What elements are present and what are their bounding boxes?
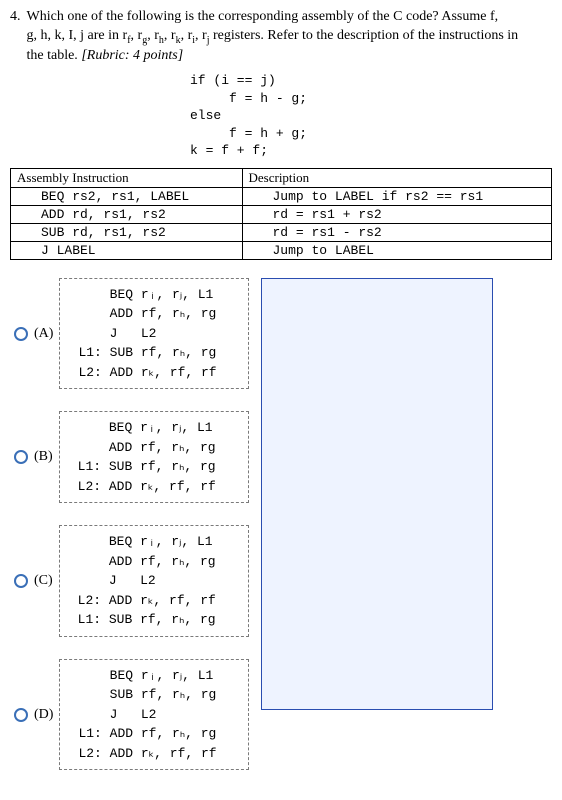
choice-c[interactable]: (C) BEQ rᵢ, rⱼ, L1 ADD rf, rₕ, rg J L2 L… (14, 525, 249, 637)
table-row: SUB rd, rs1, rs2 rd = rs1 - rs2 (11, 223, 552, 241)
radio-icon[interactable] (14, 450, 28, 464)
choice-b[interactable]: (B) BEQ rᵢ, rⱼ, L1 ADD rf, rₕ, rg L1: SU… (14, 411, 249, 503)
choice-label-a: (A) (34, 326, 53, 342)
answer-box-region (261, 278, 493, 710)
question-line1: Which one of the following is the corres… (27, 9, 499, 24)
question-line3: the table. (27, 48, 82, 63)
choice-label-d: (D) (34, 707, 53, 723)
asm-box-b: BEQ rᵢ, rⱼ, L1 ADD rf, rₕ, rg L1: SUB rf… (59, 411, 249, 503)
choice-a[interactable]: (A) BEQ rᵢ, rⱼ, L1 ADD rf, rₕ, rg J L2 L… (14, 278, 249, 390)
asm-box-d: BEQ rᵢ, rⱼ, L1 SUB rf, rₕ, rg J L2 L1: A… (59, 659, 249, 771)
choice-label-b: (B) (34, 449, 53, 465)
table-row: J LABEL Jump to LABEL (11, 241, 552, 259)
rubric: [Rubric: 4 points] (81, 48, 183, 63)
question-line2: g, h, k, I, j are in rf, rg, rh, rk, ri,… (27, 28, 519, 43)
choices-column: (A) BEQ rᵢ, rⱼ, L1 ADD rf, rₕ, rg J L2 L… (14, 278, 249, 793)
radio-icon[interactable] (14, 708, 28, 722)
choice-d[interactable]: (D) BEQ rᵢ, rⱼ, L1 SUB rf, rₕ, rg J L2 L… (14, 659, 249, 771)
table-row: BEQ rs2, rs1, LABEL Jump to LABEL if rs2… (11, 187, 552, 205)
table-row: ADD rd, rs1, rs2 rd = rs1 + rs2 (11, 205, 552, 223)
table-header-instruction: Assembly Instruction (11, 168, 243, 187)
radio-icon[interactable] (14, 574, 28, 588)
choices-area: (A) BEQ rᵢ, rⱼ, L1 ADD rf, rₕ, rg J L2 L… (14, 278, 552, 793)
question-text: Which one of the following is the corres… (27, 8, 553, 66)
asm-box-a: BEQ rᵢ, rⱼ, L1 ADD rf, rₕ, rg J L2 L1: S… (59, 278, 249, 390)
c-code-block: if (i == j) f = h - g; else f = h + g; k… (190, 72, 552, 160)
radio-icon[interactable] (14, 327, 28, 341)
question-number: 4. (10, 8, 21, 66)
choice-label-c: (C) (34, 573, 53, 589)
table-header-description: Description (242, 168, 552, 187)
question: 4. Which one of the following is the cor… (10, 8, 552, 66)
instruction-table: Assembly Instruction Description BEQ rs2… (10, 168, 552, 260)
asm-box-c: BEQ rᵢ, rⱼ, L1 ADD rf, rₕ, rg J L2 L2: A… (59, 525, 249, 637)
